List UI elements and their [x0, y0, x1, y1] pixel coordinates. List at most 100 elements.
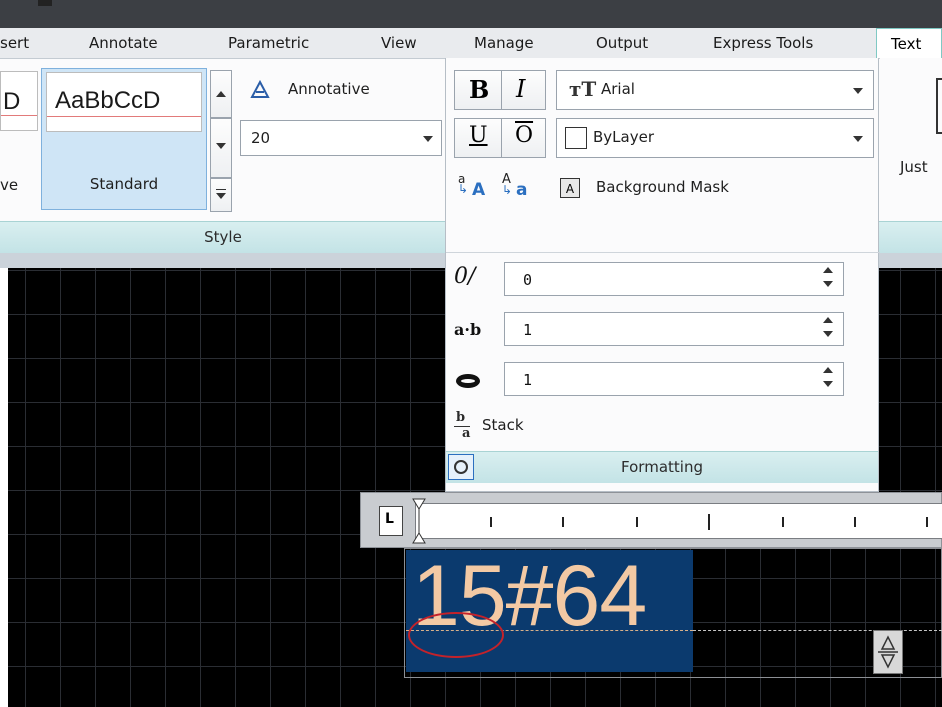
canvas-left-edge — [0, 268, 8, 707]
background-mask-icon: A — [560, 178, 580, 198]
formatting-panel-title: Formatting — [621, 458, 703, 476]
ruler-tick — [490, 517, 492, 527]
indent-marker-icon[interactable] — [411, 497, 427, 545]
annotative-label: Annotative — [288, 80, 370, 98]
style-previous-label: ve — [0, 176, 19, 194]
ribbon-bottom-shade-right — [879, 253, 942, 268]
ruler-tick — [562, 517, 564, 527]
style-gallery-selected[interactable]: AaBbCcD Standard — [41, 68, 207, 210]
tracking-icon: a·b — [454, 320, 482, 339]
spin-up-icon[interactable] — [823, 317, 833, 323]
style-gallery-expand[interactable] — [210, 178, 232, 212]
chevron-down-icon — [216, 143, 226, 149]
ribbon-tab-bar: sert Annotate Parametric View Manage Out… — [0, 0, 942, 58]
chevron-down-icon — [216, 193, 226, 199]
bold-italic-group: B I — [454, 70, 546, 110]
justification-label[interactable]: Just — [900, 158, 928, 176]
ruler-tick-major — [708, 514, 710, 530]
style-gallery-scroll-up[interactable] — [210, 70, 232, 118]
bold-icon: B — [469, 75, 490, 104]
stack-icon-top: b — [456, 410, 466, 425]
lowercase-icon-arrow: ↳ — [502, 183, 513, 197]
resize-arrows-icon — [878, 635, 898, 669]
annotation-circle — [408, 612, 504, 658]
width-factor-input[interactable]: 1 — [504, 362, 844, 396]
overline-icon: O — [515, 123, 534, 148]
italic-icon: I — [516, 75, 526, 103]
tab-express-tools[interactable]: Express Tools — [713, 28, 813, 58]
bold-button[interactable]: B — [455, 71, 501, 109]
truetype-font-icon: ᴛT — [569, 77, 597, 101]
text-height-dropdown[interactable]: 20 — [240, 120, 442, 156]
stack-icon-bottom: a — [462, 426, 471, 441]
background-mask-label: Background Mask — [596, 178, 729, 196]
overline-button[interactable]: O — [502, 119, 546, 157]
tab-annotate[interactable]: Annotate — [89, 28, 158, 58]
spin-down-icon[interactable] — [823, 381, 833, 387]
background-mask-button[interactable]: A Background Mask — [556, 170, 876, 206]
expand-bar — [216, 189, 226, 190]
text-height-value: 20 — [251, 129, 271, 147]
title-strip-notch — [38, 0, 52, 6]
annotative-toggle[interactable]: Annotative — [250, 78, 440, 104]
width-factor-icon — [456, 374, 480, 388]
tracking-input[interactable]: 1 — [504, 312, 844, 346]
tab-insert[interactable]: sert — [0, 28, 29, 58]
font-dropdown[interactable]: ᴛT Arial — [556, 70, 874, 110]
tracking-value: 1 — [523, 321, 533, 339]
spin-up-icon[interactable] — [823, 267, 833, 273]
style-sample-baseline — [1, 115, 37, 116]
tab-view[interactable]: View — [381, 28, 417, 58]
justification-icon — [936, 78, 942, 134]
editor-resize-handle[interactable] — [873, 630, 903, 674]
tab-parametric[interactable]: Parametric — [228, 28, 309, 58]
color-dropdown[interactable]: ByLayer — [556, 118, 874, 158]
formatting-panel-footer: Formatting — [446, 451, 878, 483]
tab-type-button[interactable]: L — [379, 506, 403, 536]
tab-type-label: L — [385, 511, 394, 527]
text-baseline-extension — [693, 630, 942, 631]
title-strip — [0, 0, 942, 28]
ruler-tick — [926, 517, 928, 527]
chevron-up-icon — [216, 91, 226, 97]
panel-separator — [446, 252, 880, 253]
stack-button[interactable]: b a Stack — [450, 410, 580, 442]
chevron-down-icon — [853, 136, 863, 142]
underline-button[interactable]: U — [455, 119, 501, 157]
width-factor-value: 1 — [523, 371, 533, 389]
uppercase-icon-arrow: ↳ — [458, 182, 469, 196]
color-swatch — [565, 127, 587, 149]
lowercase-button[interactable]: A ↳ a — [498, 170, 536, 206]
style-panel-footer: Style — [0, 221, 446, 253]
mtext-ruler[interactable]: L — [360, 492, 942, 548]
oblique-angle-icon: 0/ — [454, 264, 476, 289]
style-standard-label: Standard — [89, 175, 159, 193]
chevron-down-icon — [423, 136, 433, 142]
style-sample-standard-text: AaBbCcD — [55, 87, 161, 114]
ruler-track[interactable] — [415, 503, 942, 539]
lowercase-icon: a — [516, 180, 528, 200]
oblique-angle-value: 0 — [523, 271, 533, 289]
style-sample-previous[interactable]: D — [0, 71, 38, 131]
ruler-tick — [782, 517, 784, 527]
tab-text-editor[interactable]: Text — [876, 28, 942, 58]
formatting-panel: B I ᴛT Arial U O ByLayer a ↳ A A ↳ a A B… — [445, 58, 880, 492]
oblique-angle-input[interactable]: 0 — [504, 262, 844, 296]
paragraph-panel-footer — [879, 221, 942, 253]
uppercase-icon: A — [472, 180, 486, 200]
uppercase-button[interactable]: a ↳ A — [454, 170, 492, 206]
tab-manage[interactable]: Manage — [474, 28, 534, 58]
spin-up-icon[interactable] — [823, 367, 833, 373]
tab-output[interactable]: Output — [596, 28, 648, 58]
ruler-tick — [636, 517, 638, 527]
ruler-tick — [854, 517, 856, 527]
spin-down-icon[interactable] — [823, 331, 833, 337]
italic-button[interactable]: I — [502, 71, 546, 109]
style-sample-baseline — [47, 116, 201, 117]
spin-down-icon[interactable] — [823, 281, 833, 287]
style-gallery-scroll-down[interactable] — [210, 118, 232, 178]
annotative-icon — [250, 80, 270, 98]
style-panel-title: Style — [204, 228, 242, 246]
paragraph-panel: Just — [880, 58, 942, 221]
font-name: Arial — [601, 80, 635, 98]
